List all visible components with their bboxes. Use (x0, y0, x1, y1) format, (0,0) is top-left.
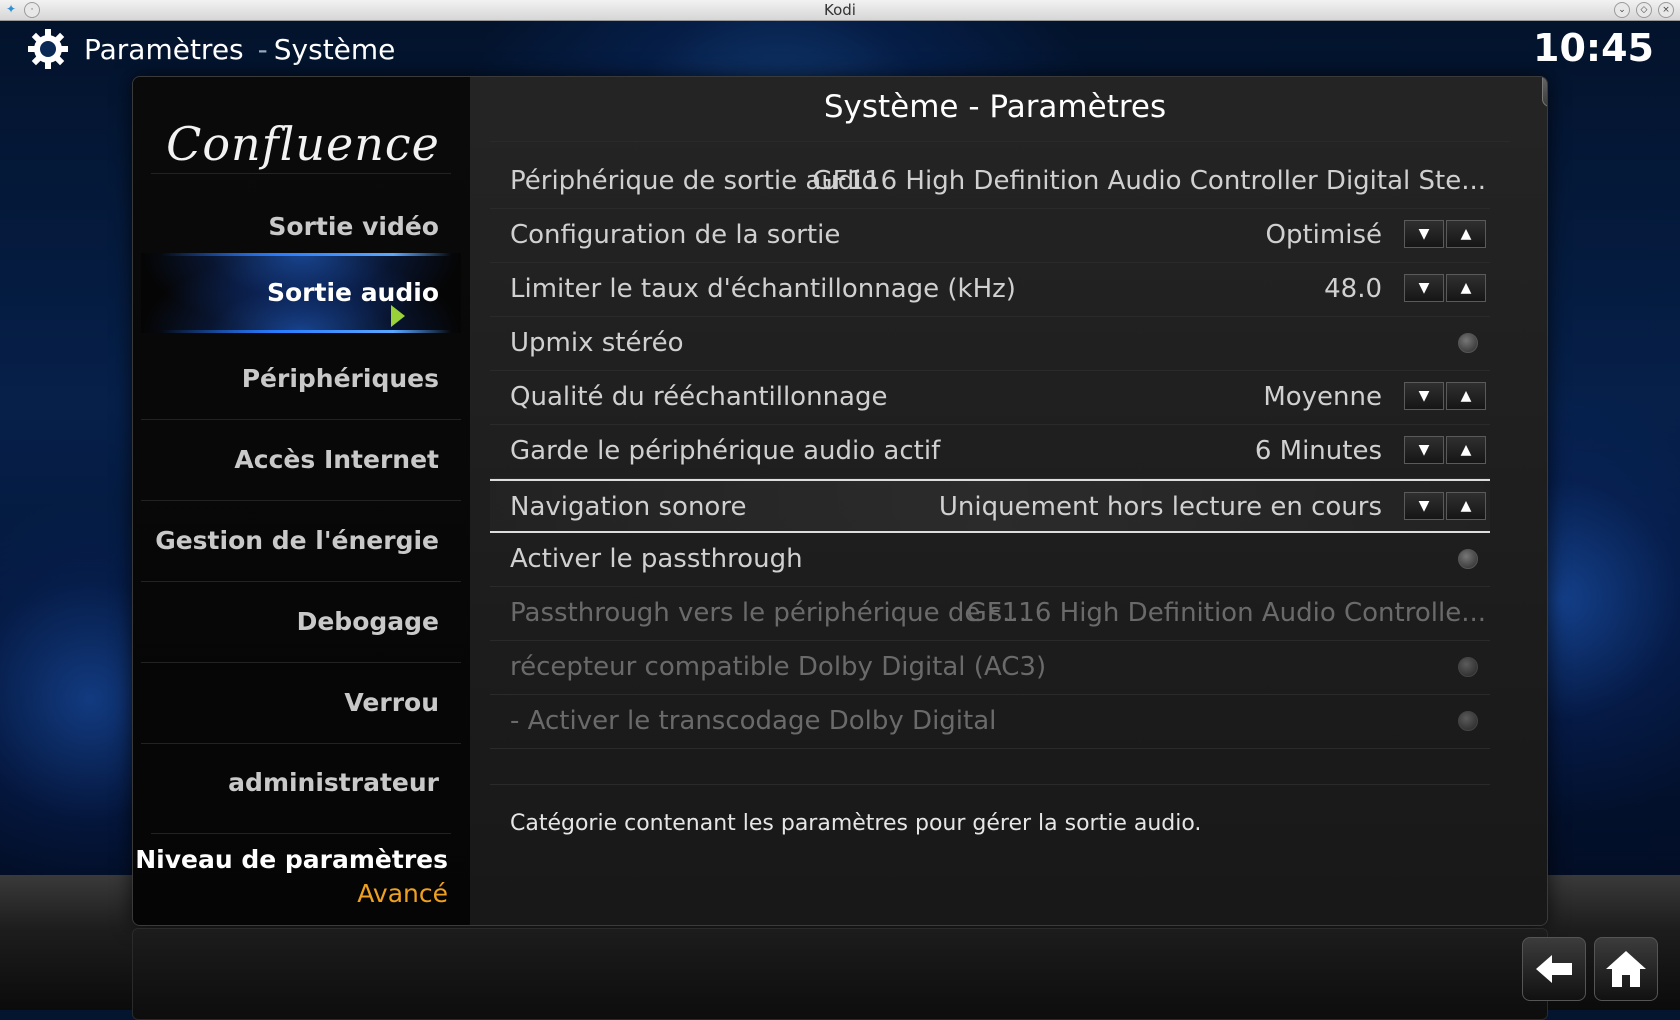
confluence-logo: Confluence (166, 117, 440, 171)
sidebar-item-label: Accès Internet (234, 445, 439, 474)
page-title: Paramètres (84, 32, 244, 66)
setting-value: Moyenne (1263, 382, 1382, 412)
page-subtitle: Système (273, 32, 396, 66)
spin-up-icon[interactable]: ▲ (1446, 220, 1486, 248)
gear-icon (28, 29, 68, 69)
spin-down-icon[interactable]: ▼ (1404, 382, 1444, 410)
title-separator: - (257, 32, 268, 66)
setting-label: - Activer le transcodage Dolby Digital (510, 706, 997, 736)
spin-control: ▼ ▲ (1404, 492, 1486, 520)
sidebar-item-label: Sortie audio (267, 278, 439, 307)
setting-row-resample-quality[interactable]: Qualité du rééchantillonnage Moyenne ▼ ▲ (490, 371, 1490, 425)
setting-row-dolby-digital-receiver: récepteur compatible Dolby Digital (AC3) (490, 641, 1490, 695)
logo-divider (151, 173, 451, 174)
setting-label: Navigation sonore (510, 492, 747, 522)
setting-value: Uniquement hors lecture en cours (938, 492, 1382, 522)
sidebar: Confluence Sortie vidéo Sortie audio Pér… (133, 77, 470, 925)
setting-row-audio-output-device[interactable]: Périphérique de sortie audio GF116 High … (490, 155, 1490, 209)
settings-level-label[interactable]: Niveau de paramètres (135, 845, 448, 874)
setting-label: Garde le périphérique audio actif (510, 436, 941, 466)
sidebar-item-label: Périphériques (241, 364, 439, 393)
settings-panel: Confluence Sortie vidéo Sortie audio Pér… (132, 76, 1548, 926)
toggle-radio-icon[interactable] (1458, 333, 1478, 353)
spin-down-icon[interactable]: ▼ (1404, 492, 1444, 520)
sidebar-item-label: Verrou administrateur (228, 688, 439, 797)
setting-row-passthrough-device: Passthrough vers le périphérique de s...… (490, 587, 1490, 641)
setting-value: Optimisé (1265, 220, 1382, 250)
title-divider (490, 141, 1510, 142)
close-window-icon[interactable]: × (1658, 2, 1674, 18)
setting-row-keep-audio-device-alive[interactable]: Garde le périphérique audio actif 6 Minu… (490, 425, 1490, 479)
category-description: Catégorie contenant les paramètres pour … (510, 811, 1202, 836)
bottom-panel (132, 928, 1548, 1020)
description-divider (490, 784, 1490, 785)
toggle-radio-icon[interactable] (1458, 549, 1478, 569)
toggle-radio-icon (1458, 711, 1478, 731)
setting-value: 48.0 (1324, 274, 1382, 304)
spin-down-icon[interactable]: ▼ (1404, 220, 1444, 248)
spin-up-icon[interactable]: ▲ (1446, 382, 1486, 410)
home-icon (1606, 951, 1646, 987)
spin-down-icon[interactable]: ▼ (1404, 274, 1444, 302)
mouse-cursor-icon (391, 305, 405, 327)
content-title: Système - Paramètres (823, 89, 1167, 125)
window-title: Kodi (824, 1, 856, 19)
spin-control: ▼ ▲ (1404, 382, 1486, 410)
sidebar-item-label: Debogage (296, 607, 439, 636)
setting-label: Limiter le taux d'échantillonnage (kHz) (510, 274, 1016, 304)
setting-label: Activer le passthrough (510, 544, 803, 574)
sidebar-item-sortie-audio[interactable]: Sortie audio (141, 253, 461, 333)
page-header: Paramètres - Système (26, 26, 395, 72)
setting-label: Configuration de la sortie (510, 220, 841, 250)
maximize-icon[interactable]: ◇ (1636, 2, 1652, 18)
toggle-radio-icon (1458, 657, 1478, 677)
sidebar-item-debogage[interactable]: Debogage (141, 582, 461, 663)
home-button[interactable] (1594, 937, 1658, 1001)
spin-down-icon[interactable]: ▼ (1404, 436, 1444, 464)
settings-list: Périphérique de sortie audio GF116 High … (490, 155, 1490, 749)
setting-value: GF116 High Definition Audio Controlle... (966, 598, 1486, 628)
window-titlebar: ✦ · Kodi ⌄ ◇ × (0, 0, 1680, 21)
spin-up-icon[interactable]: ▲ (1446, 274, 1486, 302)
back-button[interactable] (1522, 937, 1586, 1001)
spin-control: ▼ ▲ (1404, 220, 1486, 248)
settings-content: Système - Paramètres ✕ Périphérique de s… (470, 77, 1547, 925)
setting-label: récepteur compatible Dolby Digital (AC3) (510, 652, 1047, 682)
kodi-app-icon: ✦ (5, 2, 17, 16)
setting-label: Qualité du rééchantillonnage (510, 382, 888, 412)
setting-row-limit-sample-rate[interactable]: Limiter le taux d'échantillonnage (kHz) … (490, 263, 1490, 317)
sidebar-item-gestion-energie[interactable]: Gestion de l'énergie (141, 501, 461, 582)
setting-label: Passthrough vers le périphérique de s... (510, 598, 1027, 628)
setting-label: Upmix stéréo (510, 328, 684, 358)
setting-row-output-configuration[interactable]: Configuration de la sortie Optimisé ▼ ▲ (490, 209, 1490, 263)
minimize-icon[interactable]: ⌄ (1614, 2, 1630, 18)
spin-up-icon[interactable]: ▲ (1446, 436, 1486, 464)
clock: 10:45 (1533, 26, 1654, 70)
close-button[interactable]: ✕ (1542, 77, 1547, 107)
spin-up-icon[interactable]: ▲ (1446, 492, 1486, 520)
setting-row-dolby-digital-transcoding: - Activer le transcodage Dolby Digital (490, 695, 1490, 749)
settings-level-value[interactable]: Avancé (357, 879, 448, 908)
setting-value: GF116 High Definition Audio Controller D… (812, 166, 1486, 196)
sidebar-item-acces-internet[interactable]: Accès Internet (141, 420, 461, 501)
level-divider (151, 833, 451, 834)
setting-row-enable-passthrough[interactable]: Activer le passthrough (490, 533, 1490, 587)
sidebar-item-label: Gestion de l'énergie (155, 526, 439, 555)
setting-row-stereo-upmix[interactable]: Upmix stéréo (490, 317, 1490, 371)
back-arrow-icon (1536, 955, 1572, 983)
window-menu-icon[interactable]: · (24, 2, 40, 18)
sidebar-item-peripheriques[interactable]: Périphériques (141, 339, 461, 420)
sidebar-item-verrou-administrateur[interactable]: Verrou administrateur (141, 663, 461, 797)
spin-control: ▼ ▲ (1404, 436, 1486, 464)
setting-row-gui-sounds[interactable]: Navigation sonore Uniquement hors lectur… (490, 479, 1490, 533)
spin-control: ▼ ▲ (1404, 274, 1486, 302)
setting-value: 6 Minutes (1254, 436, 1382, 466)
